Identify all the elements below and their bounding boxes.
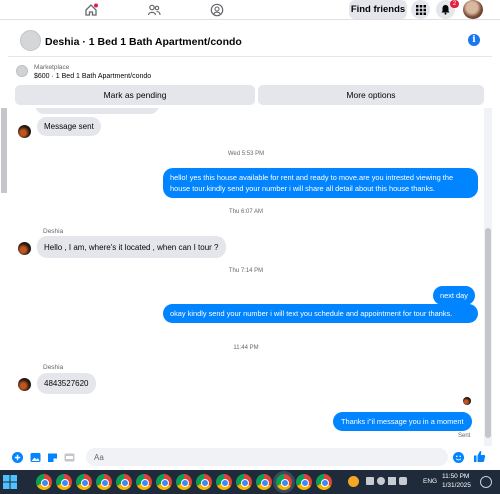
top-navigation: Find friends 2 bbox=[0, 0, 500, 20]
message-input[interactable]: Aa bbox=[86, 448, 448, 466]
home-icon[interactable] bbox=[82, 1, 100, 19]
clock-date[interactable]: 1/31/2025 bbox=[442, 482, 471, 489]
sender-name: Deshia bbox=[43, 364, 64, 371]
conversation-header: Deshia · 1 Bed 1 Bath Apartment/condo i bbox=[8, 25, 492, 57]
listing-summary[interactable]: $600 · 1 Bed 1 Bath Apartment/condo bbox=[34, 73, 151, 80]
like-icon[interactable] bbox=[473, 450, 486, 463]
marketplace-label: Marketplace bbox=[34, 64, 70, 71]
scrollbar-thumb[interactable] bbox=[485, 228, 491, 438]
find-friends-button[interactable]: Find friends bbox=[349, 0, 407, 19]
chrome-taskbar-icon[interactable] bbox=[196, 474, 212, 490]
language-indicator[interactable]: ENG bbox=[423, 478, 437, 485]
timestamp: Wed 5:53 PM bbox=[227, 151, 265, 157]
listing-avatar[interactable] bbox=[20, 30, 41, 51]
chrome-taskbar-icon[interactable] bbox=[116, 474, 132, 490]
friends-icon[interactable] bbox=[145, 1, 163, 19]
windows-start-icon[interactable] bbox=[3, 475, 17, 489]
chrome-taskbar-icon[interactable] bbox=[316, 474, 332, 490]
listing-thumbnail[interactable] bbox=[16, 65, 28, 77]
message-bubble-incoming: Message sent bbox=[37, 117, 101, 136]
message-bubble-outgoing: okay kindly send your number i will text… bbox=[163, 304, 478, 323]
chrome-taskbar-icon[interactable] bbox=[256, 474, 272, 490]
chrome-taskbar-icon[interactable] bbox=[136, 474, 152, 490]
add-icon[interactable] bbox=[12, 452, 23, 463]
chrome-taskbar-icon[interactable] bbox=[276, 474, 292, 490]
info-icon[interactable]: i bbox=[468, 34, 480, 46]
message-bubble-incoming: Hello , I am, where's it located , when … bbox=[37, 236, 226, 258]
message-thread: Message sent Wed 5:53 PM hello! yes this… bbox=[8, 108, 484, 446]
gif-icon[interactable] bbox=[64, 452, 75, 463]
message-bubble-outgoing: Thanks i"il message you in a moment bbox=[333, 412, 472, 431]
sender-name: Deshia bbox=[43, 228, 64, 235]
chrome-taskbar-icon[interactable] bbox=[156, 474, 172, 490]
message-bubble-outgoing: hello! yes this house available for rent… bbox=[163, 168, 478, 198]
message-composer: Aa bbox=[8, 446, 492, 468]
chrome-taskbar-icon[interactable] bbox=[56, 474, 72, 490]
timestamp: Thu 6:07 AM bbox=[228, 209, 264, 215]
chrome-taskbar-icon[interactable] bbox=[236, 474, 252, 490]
chrome-taskbar-icon[interactable] bbox=[36, 474, 52, 490]
chrome-taskbar-icon[interactable] bbox=[296, 474, 312, 490]
sender-avatar[interactable] bbox=[18, 242, 31, 255]
notification-badge: 2 bbox=[450, 0, 459, 8]
more-options-button[interactable]: More options bbox=[258, 85, 484, 105]
sender-avatar[interactable] bbox=[18, 378, 31, 391]
chrome-taskbar-icon[interactable] bbox=[76, 474, 92, 490]
profile-circle-icon[interactable] bbox=[208, 1, 226, 19]
message-bubble-outgoing: next day bbox=[433, 286, 475, 305]
chrome-taskbar-icon[interactable] bbox=[96, 474, 112, 490]
sender-avatar[interactable] bbox=[18, 125, 31, 138]
message-status: Sent bbox=[458, 433, 471, 439]
seen-receipt-avatar bbox=[463, 397, 471, 405]
weather-icon[interactable] bbox=[348, 476, 359, 487]
tray-icons[interactable] bbox=[366, 477, 416, 487]
sticker-icon[interactable] bbox=[47, 452, 58, 463]
timestamp: Thu 7:14 PM bbox=[228, 268, 264, 274]
chrome-taskbar-icon[interactable] bbox=[216, 474, 232, 490]
mark-as-pending-button[interactable]: Mark as pending bbox=[15, 85, 255, 105]
thread-scrollbar[interactable] bbox=[484, 108, 492, 446]
clock-time[interactable]: 11:50 PM bbox=[442, 473, 469, 480]
photo-icon[interactable] bbox=[30, 452, 41, 463]
account-avatar[interactable] bbox=[463, 0, 483, 19]
message-bubble-incoming-partial bbox=[35, 108, 159, 114]
emoji-icon[interactable] bbox=[453, 452, 464, 463]
notification-center-icon[interactable] bbox=[480, 476, 492, 488]
chrome-taskbar-icon[interactable] bbox=[176, 474, 192, 490]
message-bubble-incoming: 4843527620 bbox=[37, 373, 96, 394]
left-scroll-indicator bbox=[1, 108, 7, 193]
windows-taskbar: ENG 11:50 PM 1/31/2025 bbox=[0, 470, 500, 494]
conversation-title[interactable]: Deshia · 1 Bed 1 Bath Apartment/condo bbox=[45, 36, 242, 48]
bell-icon bbox=[441, 5, 450, 15]
grid-icon bbox=[415, 4, 426, 15]
menu-grid-button[interactable] bbox=[411, 0, 430, 19]
timestamp: 11:44 PM bbox=[233, 345, 259, 351]
